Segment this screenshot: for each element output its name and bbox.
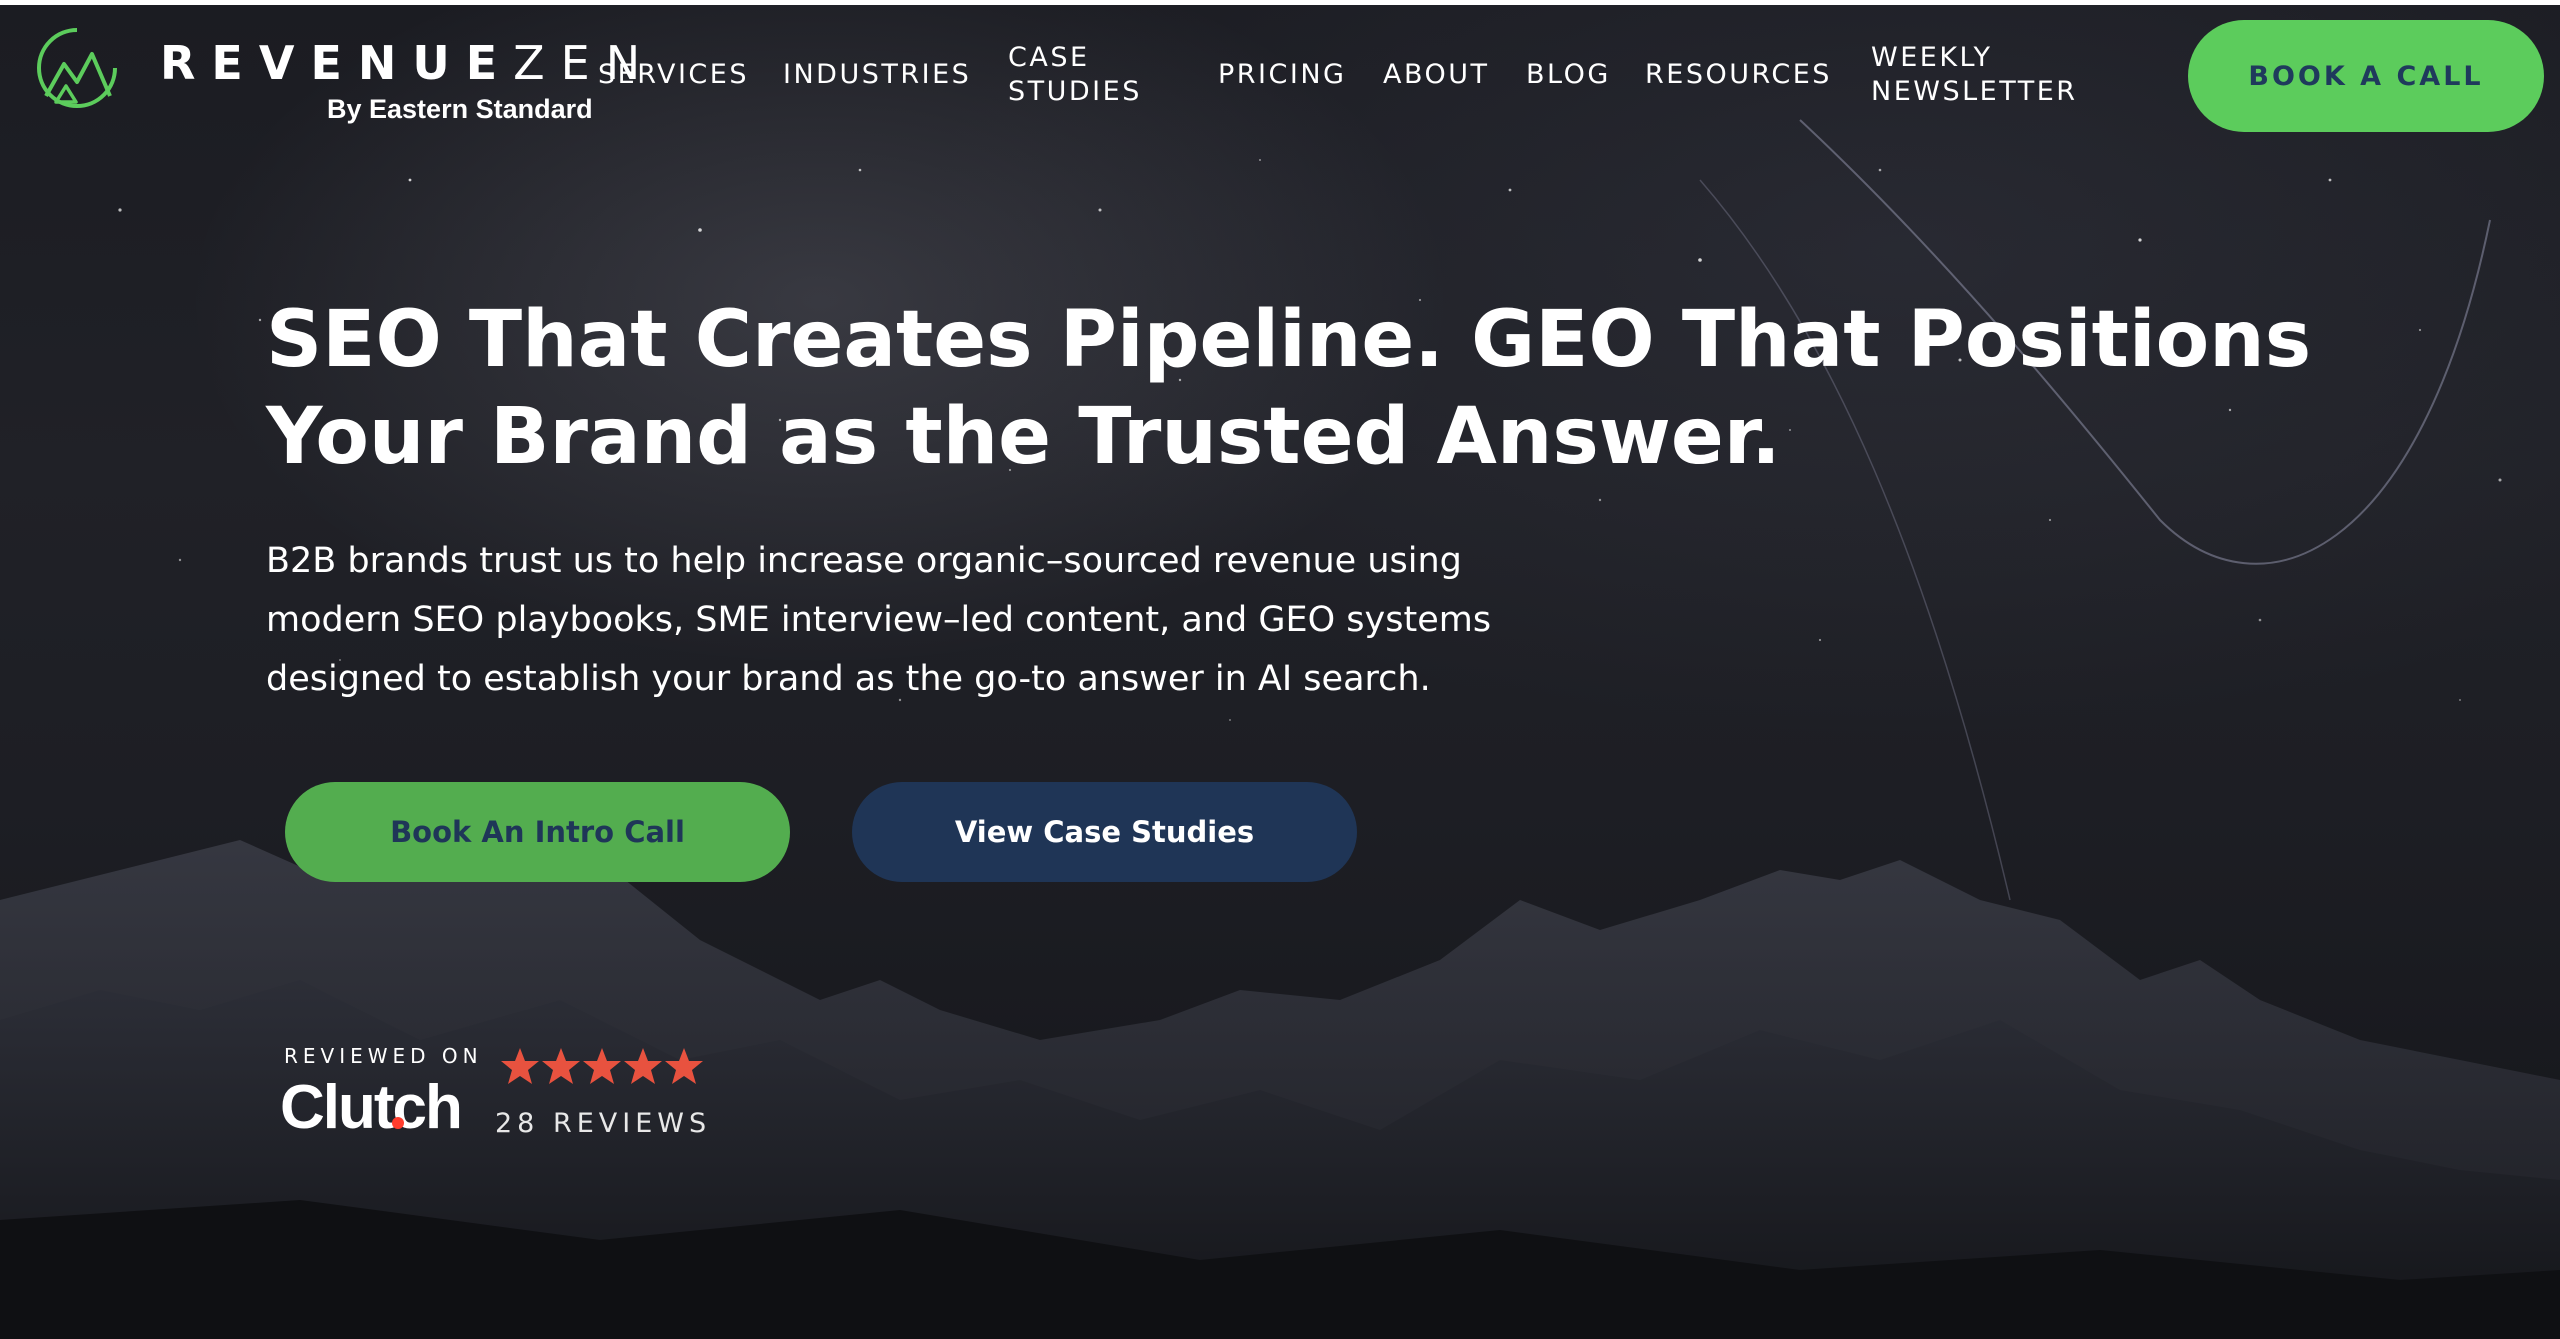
nav-case-studies-line1: CASE [1008, 42, 1090, 73]
hero-title-line2: Your Brand as the Trusted Answer. [266, 392, 1781, 482]
book-intro-call-button[interactable]: Book An Intro Call [285, 782, 790, 882]
view-case-studies-button[interactable]: View Case Studies [852, 782, 1357, 882]
hero-desc-line2: modern SEO playbooks, SME interview–led … [266, 600, 1492, 640]
star-icon [665, 1048, 703, 1084]
nav-blog[interactable]: BLOG [1526, 58, 1611, 92]
star-icon [624, 1048, 662, 1084]
clutch-logo[interactable]: Clutch [280, 1072, 463, 1143]
star-icon [501, 1048, 539, 1084]
brand-name[interactable]: REVENUEZEN [160, 36, 656, 90]
clutch-reviews-count[interactable]: 28 REVIEWS [495, 1108, 711, 1139]
nav-services[interactable]: SERVICES [598, 58, 749, 92]
hero-title-line1: SEO That Creates Pipeline. GEO That Posi… [266, 295, 2312, 385]
page: REVENUEZEN By Eastern Standard SERVICES … [0, 0, 2560, 1339]
brand-name-bold: REVENUE [160, 36, 514, 90]
nav-newsletter-line1: WEEKLY [1871, 42, 1993, 73]
five-star-rating [501, 1048, 703, 1084]
reviewed-on-label: REVIEWED ON [284, 1044, 483, 1068]
star-icon [583, 1048, 621, 1084]
nav-pricing[interactable]: PRICING [1218, 58, 1346, 92]
nav-newsletter-line2: NEWSLETTER [1871, 76, 2078, 107]
nav-case-studies-line2: STUDIES [1008, 76, 1142, 107]
clutch-logo-dot [392, 1117, 404, 1129]
hero-desc-line3: designed to establish your brand as the … [266, 659, 1431, 699]
revenuezen-logo-icon[interactable] [32, 24, 122, 108]
nav-industries[interactable]: INDUSTRIES [783, 58, 971, 92]
nav-resources[interactable]: RESOURCES [1645, 58, 1832, 92]
nav-weekly-newsletter[interactable]: WEEKLY NEWSLETTER [1871, 41, 2078, 109]
book-a-call-button[interactable]: BOOK A CALL [2188, 20, 2544, 132]
star-icon [542, 1048, 580, 1084]
hero-title: SEO That Creates Pipeline. GEO That Posi… [266, 292, 2366, 486]
hero-description: B2B brands trust us to help increase org… [266, 532, 1666, 709]
hero-desc-line1: B2B brands trust us to help increase org… [266, 541, 1462, 581]
nav-case-studies[interactable]: CASE STUDIES [1008, 41, 1142, 109]
brand-tagline: By Eastern Standard [327, 94, 593, 124]
nav-about[interactable]: ABOUT [1383, 58, 1490, 92]
